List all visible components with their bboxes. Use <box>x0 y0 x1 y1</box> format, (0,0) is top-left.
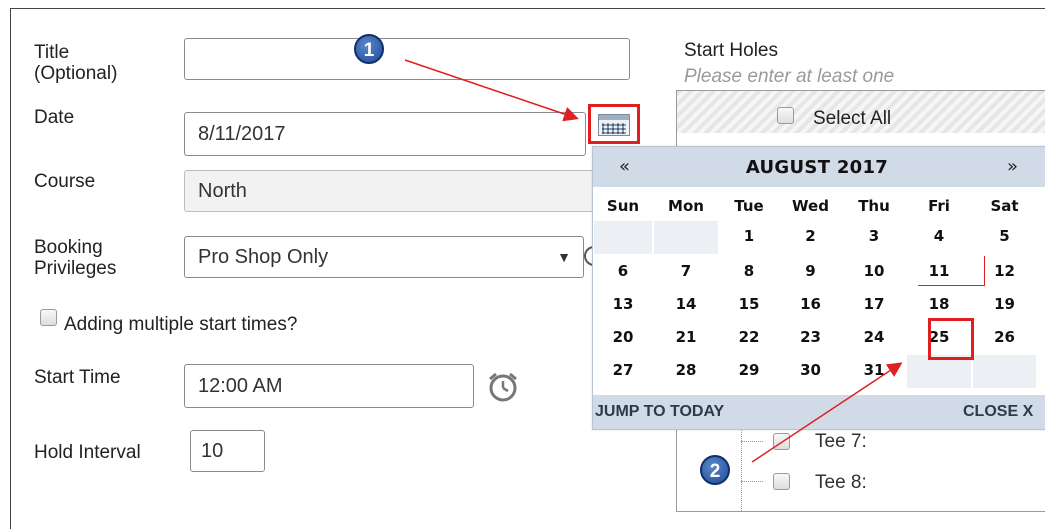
annotation-arrow-2 <box>751 362 903 463</box>
annotation-arrows <box>404 59 903 463</box>
annotation-arrow-1 <box>404 59 579 122</box>
